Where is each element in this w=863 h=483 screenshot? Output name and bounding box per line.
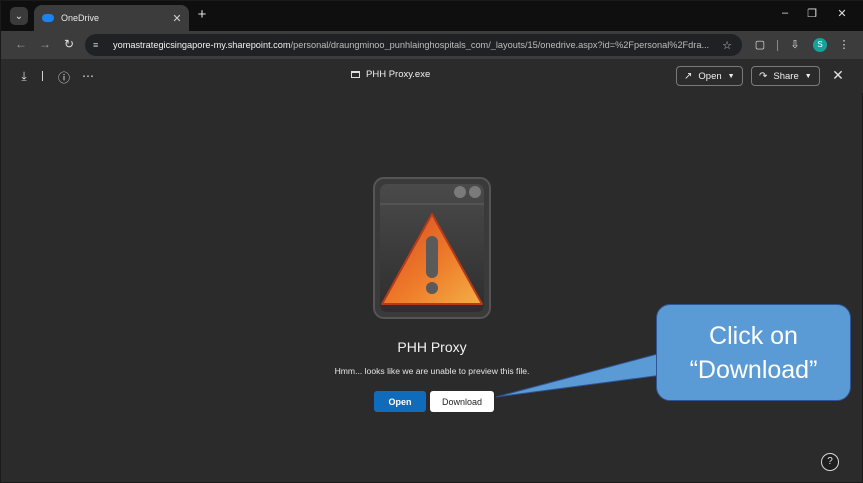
browser-window: ⌄ OneDrive ✕ + – ❐ ✕ ← → ↻ ≡ yomastrateg… xyxy=(0,0,863,483)
close-window-icon[interactable]: ✕ xyxy=(834,7,850,20)
url-text: yomastrategicsingapore-my.sharepoint.com… xyxy=(113,40,710,50)
open-menu-label: Open xyxy=(698,70,722,82)
open-button[interactable]: Open xyxy=(374,391,426,412)
profile-avatar[interactable]: S xyxy=(813,38,827,52)
tab-search-icon[interactable]: ⌄ xyxy=(10,7,28,25)
new-tab-button[interactable]: + xyxy=(194,6,210,24)
open-external-icon: ↗ xyxy=(684,70,693,82)
more-icon[interactable]: ⋯ xyxy=(81,69,95,83)
tab-close-icon[interactable]: ✕ xyxy=(169,12,185,25)
viewer-header: ⤓ ⓘ ⋯ PHH Proxy.exe ↗ Open ▼ ↷ Share ▼ ✕ xyxy=(1,59,863,93)
header-divider xyxy=(42,71,43,81)
forward-icon[interactable]: → xyxy=(37,37,53,51)
download-button[interactable]: Download xyxy=(430,391,494,412)
callout-line-2: “Download” xyxy=(689,355,818,384)
reload-icon[interactable]: ↻ xyxy=(61,37,77,51)
site-info-icon[interactable]: ≡ xyxy=(93,40,107,50)
open-menu-button[interactable]: ↗ Open ▼ xyxy=(676,66,743,86)
preview-title: PHH Proxy xyxy=(397,339,467,355)
warning-file-icon xyxy=(373,177,491,319)
onedrive-cloud-icon xyxy=(42,14,54,22)
tab-title: OneDrive xyxy=(61,13,100,23)
address-bar[interactable]: ≡ yomastrategicsingapore-my.sharepoint.c… xyxy=(85,34,742,56)
browser-toolbar: ← → ↻ ≡ yomastrategicsingapore-my.sharep… xyxy=(1,31,863,59)
file-name: PHH Proxy.exe xyxy=(351,69,430,80)
tab-onedrive[interactable]: OneDrive ✕ xyxy=(34,5,189,31)
instruction-callout: Click on “Download” xyxy=(656,304,851,401)
tab-strip: ⌄ OneDrive ✕ + – ❐ ✕ xyxy=(1,1,863,31)
minimize-icon[interactable]: – xyxy=(777,7,793,19)
help-icon[interactable]: ? xyxy=(821,453,839,471)
chevron-down-icon: ▼ xyxy=(727,72,735,80)
download-icon[interactable]: ⤓ xyxy=(17,69,31,84)
back-icon[interactable]: ← xyxy=(13,37,29,51)
file-type-icon xyxy=(351,71,360,78)
toolbar-divider xyxy=(777,40,778,51)
extensions-icon[interactable]: ▢ xyxy=(753,38,767,51)
callout-line-1: Click on xyxy=(709,321,798,350)
downloads-icon[interactable]: ⇩ xyxy=(788,38,802,51)
restore-icon[interactable]: ❐ xyxy=(804,7,820,20)
share-menu-label: Share xyxy=(773,70,799,82)
star-icon[interactable]: ☆ xyxy=(719,39,735,52)
menu-icon[interactable]: ⋮ xyxy=(837,38,851,51)
info-icon[interactable]: ⓘ xyxy=(57,69,71,86)
chevron-down-icon: ▼ xyxy=(804,72,812,80)
preview-message: Hmm... looks like we are unable to previ… xyxy=(334,366,530,376)
share-menu-button[interactable]: ↷ Share ▼ xyxy=(751,66,820,86)
close-icon[interactable]: ✕ xyxy=(830,67,846,84)
share-icon: ↷ xyxy=(759,70,768,82)
file-name-text: PHH Proxy.exe xyxy=(366,69,431,80)
